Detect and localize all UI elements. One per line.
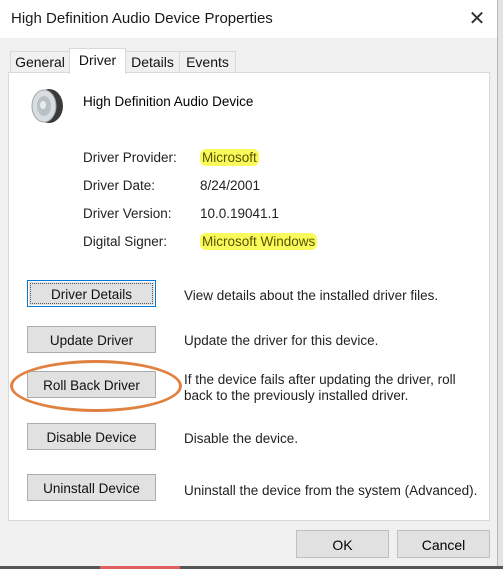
cancel-button[interactable]: Cancel (397, 530, 490, 558)
tab-general[interactable]: General (10, 51, 70, 73)
driver-details-button[interactable]: Driver Details (27, 280, 156, 307)
driver-version-value: 10.0.19041.1 (200, 206, 279, 221)
disable-device-button[interactable]: Disable Device (27, 423, 156, 450)
uninstall-device-description: Uninstall the device from the system (Ad… (184, 483, 478, 498)
background-window-edge (497, 0, 503, 569)
disable-device-description: Disable the device. (184, 431, 299, 446)
speaker-icon (31, 89, 63, 123)
tab-driver[interactable]: Driver (69, 48, 126, 74)
driver-provider-label: Driver Provider: (83, 150, 177, 165)
tab-events[interactable]: Events (179, 51, 236, 73)
close-icon[interactable]: ✕ (466, 8, 488, 30)
driver-provider-value: Microsoft (200, 149, 259, 166)
update-driver-button[interactable]: Update Driver (27, 326, 156, 353)
window-title: High Definition Audio Device Properties (11, 10, 273, 27)
ok-button[interactable]: OK (296, 530, 389, 558)
driver-version-label: Driver Version: (83, 206, 172, 221)
roll-back-driver-description: If the device fails after updating the d… (184, 372, 456, 403)
driver-date-value: 8/24/2001 (200, 178, 261, 193)
uninstall-device-button[interactable]: Uninstall Device (27, 474, 156, 501)
title-bar: High Definition Audio Device Properties … (0, 0, 503, 38)
digital-signer-value: Microsoft Windows (200, 233, 318, 250)
driver-details-description: View details about the installed driver … (184, 288, 439, 303)
driver-date-label: Driver Date: (83, 178, 156, 193)
update-driver-description: Update the driver for this device. (184, 333, 379, 348)
tab-details[interactable]: Details (125, 51, 180, 73)
roll-back-driver-button[interactable]: Roll Back Driver (27, 371, 156, 398)
digital-signer-label: Digital Signer: (83, 234, 168, 249)
device-name: High Definition Audio Device (83, 94, 254, 109)
